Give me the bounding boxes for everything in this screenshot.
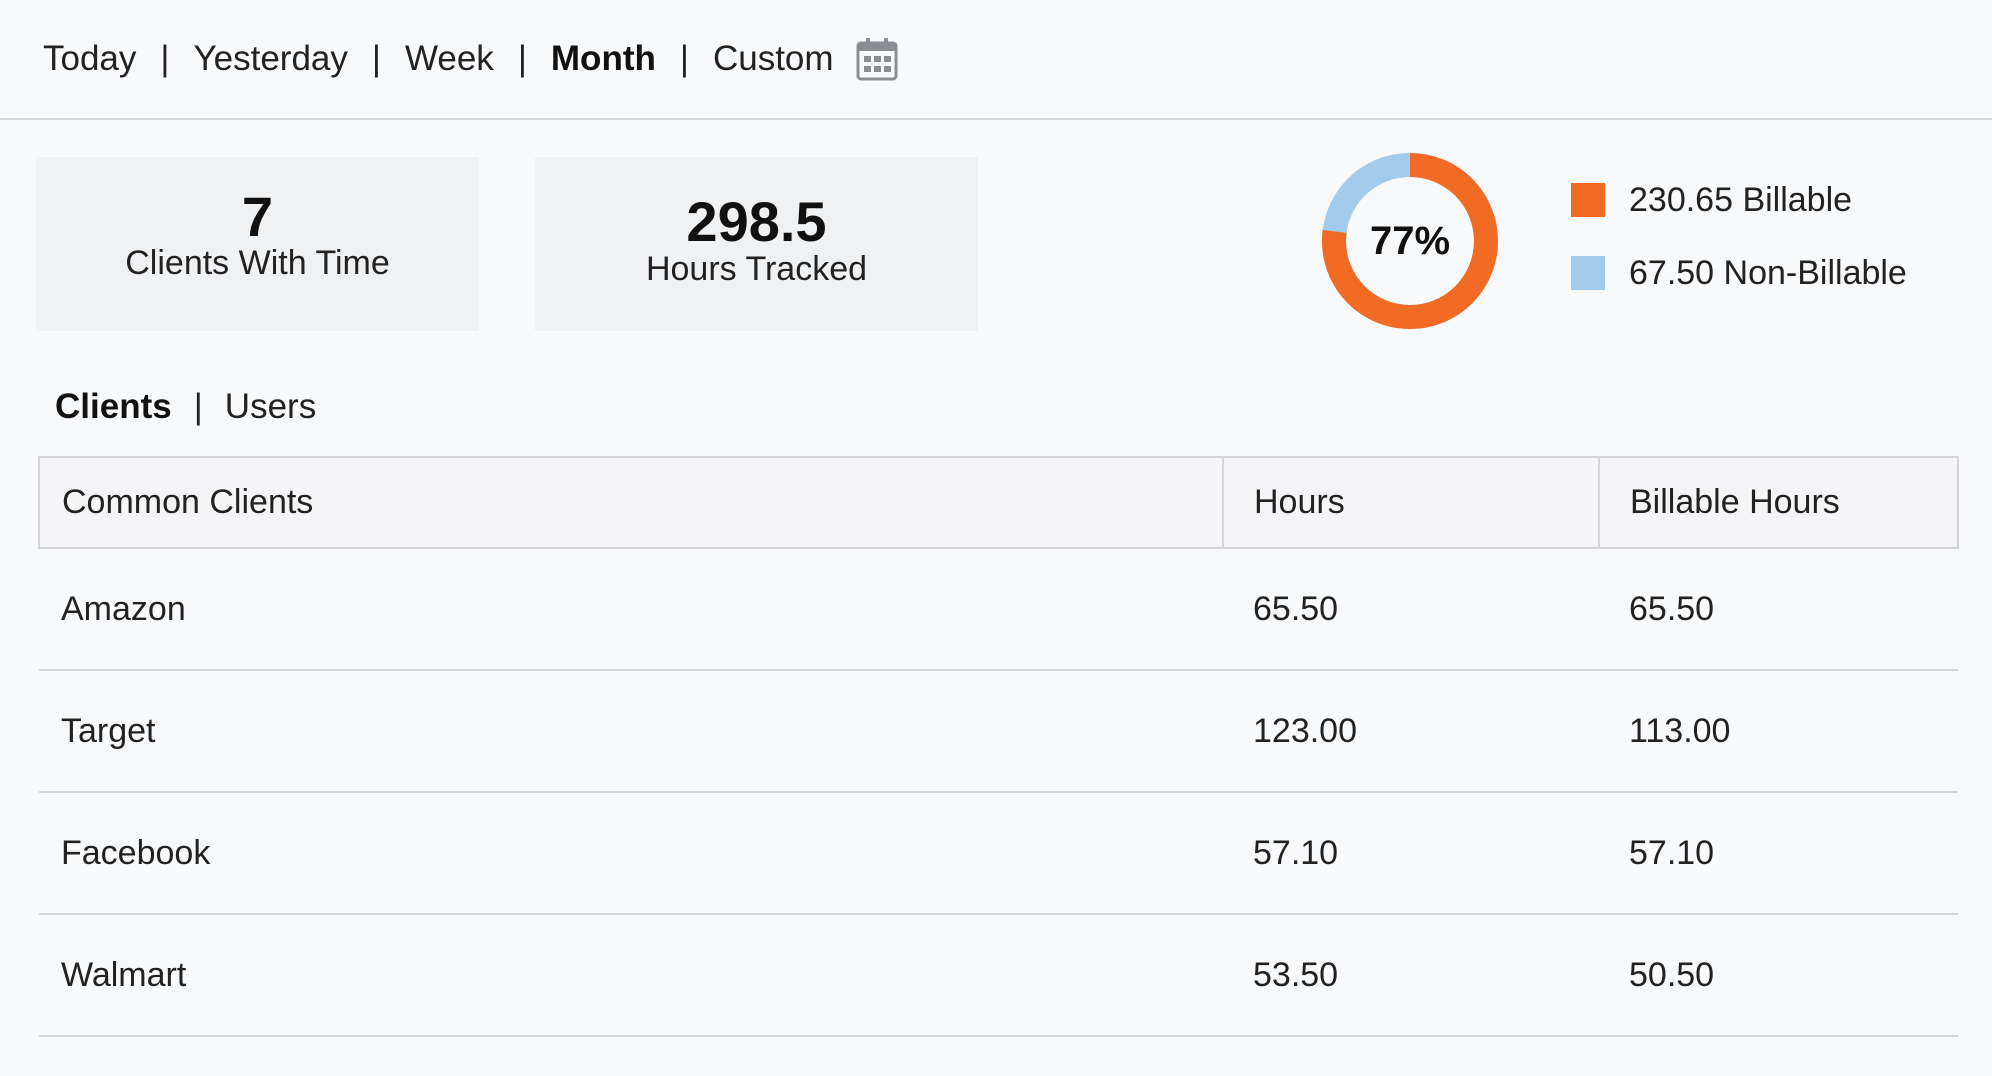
tab-clients[interactable]: Clients — [55, 387, 172, 427]
legend-swatch — [1571, 256, 1605, 290]
donut-legend: 230.65 Billable 67.50 Non-Billable — [1571, 180, 1907, 326]
separator: | — [371, 39, 381, 78]
separator: | — [160, 39, 170, 78]
hours-cell: 123.00 — [1223, 670, 1599, 793]
clients-table: Common Clients Hours Billable Hours Amaz… — [38, 456, 1959, 1037]
table-row[interactable]: Target 123.00 113.00 — [39, 670, 1958, 793]
clients-count-label: Clients With Time — [125, 244, 390, 282]
table-row[interactable]: Facebook 57.10 57.10 — [39, 792, 1958, 915]
date-range-bar: Today | Yesterday | Week | Month | Custo… — [0, 0, 1992, 120]
client-name: Target — [39, 670, 1223, 793]
separator: | — [517, 39, 527, 78]
billable-hours-cell: 113.00 — [1599, 670, 1958, 793]
billable-hours-cell: 57.10 — [1599, 792, 1958, 915]
clients-with-time-card: 7 Clients With Time — [36, 157, 479, 331]
range-week[interactable]: Week — [401, 39, 498, 79]
clients-count: 7 — [241, 185, 274, 248]
hours-tracked-label: Hours Tracked — [645, 250, 868, 288]
table-row[interactable]: Walmart 53.50 50.50 — [39, 914, 1958, 1037]
column-header-billable-hours[interactable]: Billable Hours — [1598, 456, 1959, 549]
hours-tracked-card: 298.5 Hours Tracked — [535, 157, 978, 331]
legend-label: 67.50 Non-Billable — [1629, 253, 1907, 292]
range-today[interactable]: Today — [39, 39, 140, 79]
client-name: Walmart — [39, 914, 1223, 1037]
tab-users[interactable]: Users — [225, 387, 316, 427]
range-yesterday[interactable]: Yesterday — [190, 39, 352, 79]
column-header-hours[interactable]: Hours — [1222, 456, 1600, 549]
billable-hours-cell: 65.50 — [1599, 548, 1958, 671]
client-name: Facebook — [39, 792, 1223, 915]
table-row[interactable]: Amazon 65.50 65.50 — [39, 548, 1958, 671]
billable-donut-chart: 77% — [1320, 151, 1500, 331]
legend-label: 230.65 Billable — [1629, 180, 1853, 219]
hours-cell: 65.50 — [1223, 548, 1599, 671]
range-month[interactable]: Month — [547, 39, 660, 79]
legend-swatch — [1571, 183, 1605, 217]
hours-cell: 57.10 — [1223, 792, 1599, 915]
column-header-client[interactable]: Common Clients — [38, 456, 1224, 549]
client-name: Amazon — [39, 548, 1223, 671]
legend-item-billable: 230.65 Billable — [1571, 180, 1907, 220]
range-custom[interactable]: Custom — [709, 39, 838, 79]
calendar-icon[interactable] — [856, 37, 898, 81]
table-header-row: Common Clients Hours Billable Hours — [38, 456, 1959, 549]
view-tabs: Clients | Users — [55, 387, 316, 427]
legend-item-non-billable: 67.50 Non-Billable — [1571, 253, 1907, 293]
hours-cell: 53.50 — [1223, 914, 1599, 1037]
separator: | — [679, 39, 689, 78]
billable-percent: 77% — [1369, 218, 1451, 263]
separator: | — [193, 387, 203, 426]
billable-hours-cell: 50.50 — [1599, 914, 1958, 1037]
hours-tracked-value: 298.5 — [686, 190, 827, 253]
